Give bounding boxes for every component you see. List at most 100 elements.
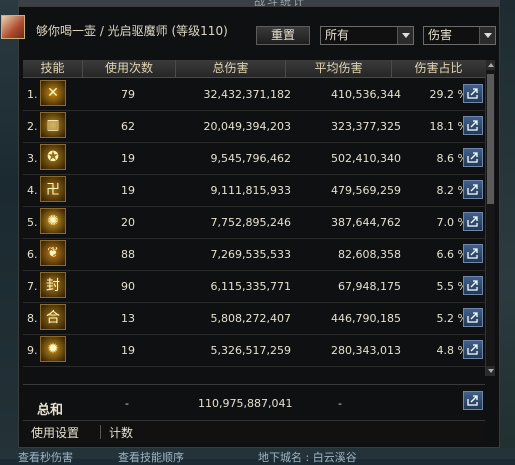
table-scrollbar[interactable] <box>485 60 495 376</box>
export-icon[interactable] <box>463 180 483 199</box>
row-damage-share: 7.0 % <box>436 216 468 229</box>
row-average-damage: 446,790,185 <box>331 312 401 325</box>
table-header: 技能 使用次数 总伤害 平均伤害 伤害占比 <box>23 60 485 78</box>
table-row[interactable]: 1. ✕ 79 32,432,371,182 410,536,344 29.2 … <box>23 78 485 111</box>
export-icon[interactable] <box>463 244 483 263</box>
row-rank: 3. <box>27 152 38 165</box>
export-icon[interactable] <box>463 391 483 410</box>
row-total-damage: 7,752,895,246 <box>210 216 291 229</box>
radiant-strike-icon: ✹ <box>40 336 66 362</box>
export-icon[interactable] <box>463 212 483 231</box>
table-row[interactable]: 5. ✺ 20 7,752,895,246 387,644,762 7.0 % <box>23 206 485 239</box>
row-casts: 62 <box>121 120 135 133</box>
table-row[interactable]: 2. ▥ 62 20,049,394,203 323,377,325 18.1 … <box>23 110 485 143</box>
chevron-down-icon <box>479 27 495 44</box>
row-average-damage: 502,410,340 <box>331 152 401 165</box>
row-average-damage: 280,343,013 <box>331 344 401 357</box>
scrollbar-thumb[interactable] <box>487 74 494 204</box>
player-avatar <box>1 15 25 39</box>
row-rank: 4. <box>27 184 38 197</box>
row-total-damage: 9,545,796,462 <box>210 152 291 165</box>
table-row[interactable]: 4. 卍 19 9,111,815,933 479,569,259 8.2 % <box>23 174 485 207</box>
metric-select-value: 伤害 <box>428 28 453 42</box>
scope-select[interactable]: 所有 <box>320 26 414 45</box>
row-damage-share: 4.8 % <box>436 344 468 357</box>
scroll-up-icon[interactable] <box>486 60 495 70</box>
underlay-dungeon-name: 地下城名 : 白云溪谷 <box>258 451 357 464</box>
metric-select[interactable]: 伤害 <box>423 26 496 45</box>
row-casts: 20 <box>121 216 135 229</box>
column-header-total-damage[interactable]: 总伤害 <box>176 60 286 77</box>
summary-average-damage: - <box>338 397 342 410</box>
summary-label: 总和 <box>37 403 64 418</box>
skill-table-body: 1. ✕ 79 32,432,371,182 410,536,344 29.2 … <box>23 78 485 378</box>
row-average-damage: 479,569,259 <box>331 184 401 197</box>
summary-total-damage: 110,975,887,041 <box>198 397 293 410</box>
row-damage-share: 18.1 % <box>429 120 468 133</box>
footer-bar: 使用设置 计数 <box>23 420 485 443</box>
column-header-average-damage[interactable]: 平均伤害 <box>286 60 392 77</box>
count-button[interactable]: 计数 <box>109 424 133 441</box>
export-icon[interactable] <box>463 308 483 327</box>
table-row[interactable]: 3. ✪ 19 9,545,796,462 502,410,340 8.6 % <box>23 142 485 175</box>
scroll-down-icon[interactable] <box>486 366 495 376</box>
row-total-damage: 6,115,335,771 <box>210 280 291 293</box>
row-rank: 5. <box>27 216 38 229</box>
light-burst-icon: ✺ <box>40 208 66 234</box>
table-row[interactable]: 8. 合 13 5,808,272,407 446,790,185 5.2 % <box>23 302 485 335</box>
player-name: 够你喝一壶 / 光启驱魔师 (等级110) <box>36 24 228 38</box>
row-damage-share: 8.6 % <box>436 152 468 165</box>
game-background-left <box>0 0 18 459</box>
row-casts: 19 <box>121 184 135 197</box>
export-icon[interactable] <box>463 340 483 359</box>
summary-row: 总和 - 110,975,887,041 - <box>23 384 485 421</box>
summary-casts: - <box>125 397 129 410</box>
row-total-damage: 20,049,394,203 <box>203 120 291 133</box>
row-total-damage: 7,269,535,533 <box>210 248 291 261</box>
row-casts: 88 <box>121 248 135 261</box>
game-background-right <box>500 0 515 459</box>
row-casts: 19 <box>121 344 135 357</box>
scope-select-value: 所有 <box>325 28 350 42</box>
scroll-talisman-icon: ▥ <box>40 112 66 138</box>
row-casts: 19 <box>121 152 135 165</box>
table-row[interactable]: 9. ✹ 19 5,326,517,259 280,343,013 4.8 % <box>23 334 485 367</box>
row-damage-share: 29.2 % <box>429 88 468 101</box>
row-rank: 6. <box>27 248 38 261</box>
export-icon[interactable] <box>463 276 483 295</box>
column-header-damage-share[interactable]: 伤害占比 <box>392 60 485 77</box>
use-settings-button[interactable]: 使用设置 <box>31 424 79 441</box>
rune-glyph-icon: 卍 <box>40 176 66 202</box>
row-average-damage: 410,536,344 <box>331 88 401 101</box>
row-rank: 2. <box>27 120 38 133</box>
column-header-casts[interactable]: 使用次数 <box>83 60 176 77</box>
sword-cross-icon: ✕ <box>40 80 66 106</box>
underlay-dps-link: 查看秒伤害 <box>18 451 73 464</box>
table-row[interactable]: 7. 封 90 6,115,335,771 67,948,175 5.5 % <box>23 270 485 303</box>
row-average-damage: 82,608,358 <box>338 248 401 261</box>
row-casts: 90 <box>121 280 135 293</box>
row-casts: 13 <box>121 312 135 325</box>
chevron-down-icon <box>397 27 413 44</box>
row-damage-share: 5.5 % <box>436 280 468 293</box>
table-row[interactable]: 6. ❦ 88 7,269,535,533 82,608,358 6.6 % <box>23 238 485 271</box>
row-damage-share: 6.6 % <box>436 248 468 261</box>
reset-button[interactable]: 重置 <box>256 26 310 45</box>
export-icon[interactable] <box>463 116 483 135</box>
row-total-damage: 32,432,371,182 <box>203 88 291 101</box>
row-total-damage: 5,808,272,407 <box>210 312 291 325</box>
flame-wing-icon: ❦ <box>40 240 66 266</box>
row-rank: 7. <box>27 280 38 293</box>
underlay-skill-order-link: 查看技能顺序 <box>118 451 184 464</box>
pentagram-icon: ✪ <box>40 144 66 170</box>
footer-divider <box>100 425 101 439</box>
row-damage-share: 8.2 % <box>436 184 468 197</box>
column-header-skill[interactable]: 技能 <box>23 60 83 77</box>
row-rank: 8. <box>27 312 38 325</box>
row-total-damage: 9,111,815,933 <box>210 184 291 197</box>
row-rank: 9. <box>27 344 38 357</box>
row-average-damage: 323,377,325 <box>331 120 401 133</box>
export-icon[interactable] <box>463 148 483 167</box>
row-average-damage: 67,948,175 <box>338 280 401 293</box>
export-icon[interactable] <box>463 84 483 103</box>
